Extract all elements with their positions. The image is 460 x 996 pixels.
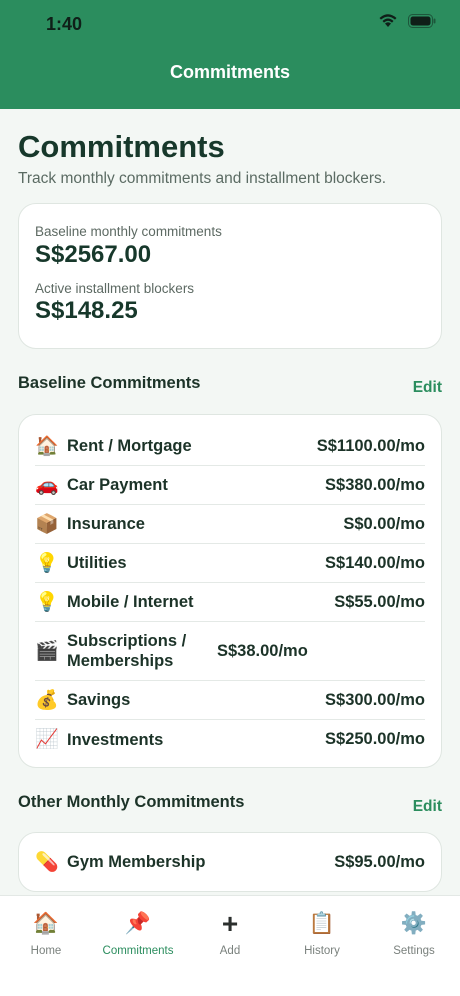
- page-title: Commitments: [18, 129, 225, 164]
- car-icon: 🚗: [35, 474, 59, 496]
- item-label: Subscriptions / Memberships: [67, 632, 187, 670]
- item-amount: S$380.00/mo: [325, 475, 425, 494]
- pill-icon: 💊: [35, 851, 59, 873]
- list-item[interactable]: 💊 Gym Membership S$95.00/mo: [35, 842, 425, 882]
- item-amount: S$1100.00/mo: [316, 436, 425, 455]
- chart-increasing-icon: 📈: [35, 729, 59, 750]
- item-amount: S$140.00/mo: [325, 553, 425, 572]
- list-item[interactable]: 🎬 Subscriptions / Memberships S$38.00/mo: [35, 622, 425, 681]
- tab-commitments[interactable]: 📌 Commitments: [92, 896, 184, 966]
- summary-card: Baseline monthly commitments S$2567.00 A…: [18, 203, 442, 349]
- tab-label: Commitments: [102, 945, 174, 957]
- tab-bar: 🏠 Home 📌 Commitments + Add 📋 History ⚙️ …: [0, 895, 460, 996]
- lightbulb-icon: 💡: [35, 591, 59, 613]
- blockers-total-value: S$148.25: [35, 297, 138, 324]
- baseline-total-label: Baseline monthly commitments: [35, 224, 222, 239]
- baseline-total-value: S$2567.00: [35, 241, 152, 268]
- pushpin-icon: 📌: [124, 912, 152, 935]
- tab-settings[interactable]: ⚙️ Settings: [368, 896, 460, 966]
- baseline-edit-button[interactable]: Edit: [413, 379, 442, 397]
- home-icon: 🏠: [32, 912, 60, 935]
- plus-icon: +: [221, 908, 239, 939]
- wifi-icon: [378, 13, 398, 28]
- list-item[interactable]: 💡 Mobile / Internet S$55.00/mo: [35, 583, 425, 622]
- baseline-list-card: 🏠 Rent / Mortgage S$1100.00/mo 🚗 Car Pay…: [18, 414, 442, 768]
- item-label: Investments: [67, 730, 164, 749]
- item-amount: S$300.00/mo: [325, 690, 425, 709]
- lightbulb-icon: 💡: [35, 552, 59, 574]
- tab-add[interactable]: + Add: [184, 896, 276, 966]
- item-label: Gym Membership: [67, 853, 206, 871]
- other-section-title: Other Monthly Commitments: [18, 793, 245, 811]
- item-amount: S$0.00/mo: [343, 514, 425, 533]
- list-item[interactable]: 📦 Insurance S$0.00/mo: [35, 505, 425, 544]
- item-label: Car Payment: [67, 476, 168, 494]
- item-label: Insurance: [67, 515, 145, 533]
- package-icon: 📦: [35, 513, 59, 535]
- list-item[interactable]: 🏠 Rent / Mortgage S$1100.00/mo: [35, 427, 425, 466]
- tab-label: History: [304, 945, 340, 957]
- clapperboard-icon: 🎬: [35, 640, 59, 662]
- house-icon: 🏠: [35, 435, 59, 457]
- list-item[interactable]: 💡 Utilities S$140.00/mo: [35, 544, 425, 583]
- item-label: Savings: [67, 691, 131, 709]
- blockers-total-label: Active installment blockers: [35, 281, 195, 296]
- clipboard-icon: 📋: [308, 912, 336, 935]
- item-amount: S$55.00/mo: [334, 592, 425, 611]
- gear-icon: ⚙️: [400, 912, 428, 935]
- item-label: Utilities: [67, 554, 127, 572]
- page-subtitle: Track monthly commitments and installmen…: [18, 170, 387, 187]
- status-icons: [378, 13, 436, 28]
- tab-label: Add: [219, 945, 241, 957]
- main-content[interactable]: Commitments Track monthly commitments an…: [0, 109, 460, 895]
- item-amount: S$95.00/mo: [334, 852, 425, 871]
- list-item[interactable]: 🚗 Car Payment S$380.00/mo: [35, 466, 425, 505]
- other-edit-button[interactable]: Edit: [413, 798, 442, 816]
- item-amount: S$38.00/mo: [217, 641, 308, 660]
- status-time: 1:40: [46, 14, 83, 34]
- baseline-section-title: Baseline Commitments: [18, 374, 201, 392]
- item-amount: S$250.00/mo: [325, 730, 425, 748]
- other-list-card: 💊 Gym Membership S$95.00/mo: [18, 832, 442, 892]
- tab-history[interactable]: 📋 History: [276, 896, 368, 966]
- battery-icon: [408, 13, 436, 28]
- app-header: 1:40 Commitments: [0, 0, 460, 109]
- money-bag-icon: 💰: [35, 689, 59, 711]
- tab-home[interactable]: 🏠 Home: [0, 896, 92, 966]
- tab-label: Settings: [393, 945, 435, 957]
- tab-label: Home: [30, 945, 62, 957]
- nav-title: Commitments: [169, 62, 290, 82]
- item-label: Rent / Mortgage: [67, 437, 192, 455]
- list-item[interactable]: 📈 Investments S$250.00/mo: [35, 720, 425, 759]
- item-label: Mobile / Internet: [67, 593, 194, 611]
- list-item[interactable]: 💰 Savings S$300.00/mo: [35, 681, 425, 720]
